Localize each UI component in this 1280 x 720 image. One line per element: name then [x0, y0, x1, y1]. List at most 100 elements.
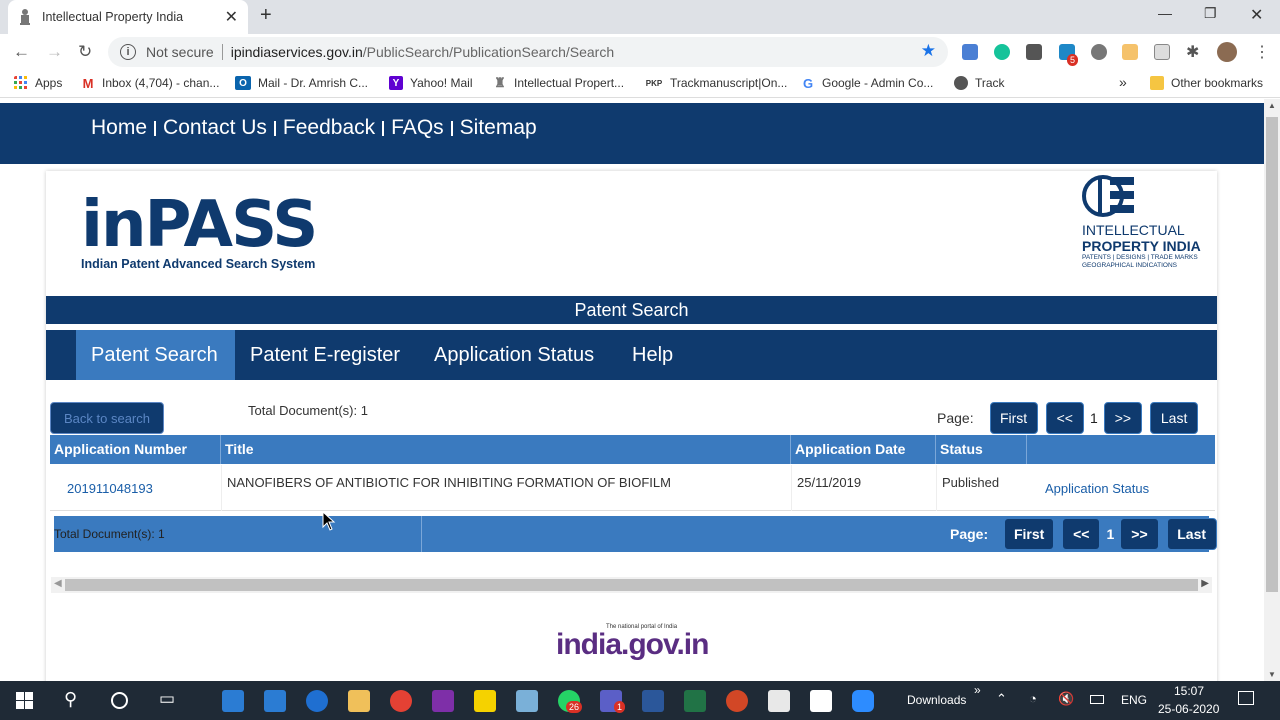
- pager-prev-button[interactable]: <<: [1062, 518, 1101, 550]
- pager-first-button[interactable]: First: [989, 402, 1038, 434]
- reload-icon[interactable]: ↻: [78, 42, 92, 62]
- tab-patent-search[interactable]: Patent Search: [76, 330, 235, 380]
- notifications-icon[interactable]: [1238, 691, 1254, 705]
- toolbar-chevron[interactable]: »: [974, 683, 981, 697]
- chrome-icon[interactable]: [390, 690, 412, 712]
- pager-label: Page:: [950, 526, 989, 542]
- scroll-up-icon[interactable]: ▲: [1268, 101, 1276, 110]
- scroll-right-icon[interactable]: ▶: [1201, 578, 1209, 589]
- zoom-icon[interactable]: [852, 690, 874, 712]
- bookmark-track[interactable]: Track: [954, 76, 1005, 90]
- extension-circle-icon[interactable]: [1091, 44, 1107, 60]
- search-icon[interactable]: ⚲: [64, 689, 77, 710]
- pager-next-button[interactable]: >>: [1120, 518, 1159, 550]
- extension-doc-icon[interactable]: [1154, 44, 1170, 60]
- forward-arrow-icon[interactable]: →: [46, 42, 63, 62]
- vertical-scrollbar[interactable]: ▲ ▼: [1264, 99, 1280, 681]
- bookmark-ipindia[interactable]: ♜ Intellectual Propert...: [493, 75, 624, 90]
- clock-date[interactable]: 25-06-2020: [1158, 702, 1219, 716]
- nav-sitemap-link[interactable]: Sitemap: [460, 116, 537, 140]
- extensions-puzzle-icon[interactable]: ✱: [1186, 42, 1199, 62]
- col-title[interactable]: Title: [221, 435, 791, 464]
- pager-last-button[interactable]: Last: [1150, 402, 1199, 434]
- nav-faqs-link[interactable]: FAQs: [391, 116, 444, 140]
- extension-shield-icon[interactable]: [1026, 44, 1042, 60]
- application-number-link[interactable]: 201911048193: [62, 465, 221, 511]
- bookmark-apps[interactable]: Apps: [14, 76, 62, 90]
- language-indicator[interactable]: ENG: [1121, 693, 1147, 707]
- clock-time[interactable]: 15:07: [1174, 684, 1204, 698]
- nav-separator: [154, 120, 157, 136]
- pager-next-button[interactable]: >>: [1103, 402, 1143, 434]
- info-icon[interactable]: i: [120, 44, 136, 60]
- application-status-link[interactable]: Application Status: [1040, 465, 1210, 511]
- tab-help[interactable]: Help: [617, 330, 688, 380]
- bookmark-star-icon[interactable]: ★: [921, 41, 936, 61]
- address-bar[interactable]: i Not secure ipindiaservices.gov.in/Publ…: [108, 37, 948, 67]
- horizontal-scroll-thumb[interactable]: [65, 579, 1198, 591]
- col-application-number[interactable]: Application Number: [50, 435, 221, 464]
- onenote-icon[interactable]: [432, 690, 454, 712]
- pager-current: 1: [1106, 526, 1115, 542]
- extension-folder-icon[interactable]: [1122, 44, 1138, 60]
- windows-start-icon[interactable]: [16, 692, 33, 709]
- close-tab-icon[interactable]: ✕: [225, 7, 238, 27]
- grammarly-icon[interactable]: [994, 44, 1010, 60]
- scroll-down-icon[interactable]: ▼: [1268, 670, 1276, 679]
- wifi-icon[interactable]: ◔: [1029, 691, 1037, 706]
- bookmark-gmail[interactable]: M Inbox (4,704) - chan...: [81, 76, 220, 91]
- ipindia-emblem-icon: [1082, 175, 1134, 217]
- india-gov-logo[interactable]: The national portal of India india.gov.i…: [556, 624, 709, 662]
- pager-first-button[interactable]: First: [1004, 518, 1055, 550]
- file-explorer-icon[interactable]: [348, 690, 370, 712]
- sticky-notes-icon[interactable]: [474, 690, 496, 712]
- col-application-date[interactable]: Application Date: [791, 435, 936, 464]
- bookmark-yahoo[interactable]: Y Yahoo! Mail: [389, 76, 472, 90]
- nav-feedback-link[interactable]: Feedback: [283, 116, 375, 140]
- task-view-icon[interactable]: ▭: [159, 689, 175, 709]
- new-tab-button[interactable]: +: [260, 4, 272, 27]
- volume-muted-icon[interactable]: 🔇: [1058, 691, 1074, 707]
- tab-title: Intellectual Property India: [42, 10, 184, 24]
- pager-last-button[interactable]: Last: [1166, 518, 1217, 550]
- horizontal-scrollbar[interactable]: ◀ ▶: [51, 577, 1212, 593]
- mail-app-icon[interactable]: [222, 690, 244, 712]
- tray-up-icon[interactable]: ⌃: [996, 691, 1007, 707]
- downloads-toolbar[interactable]: Downloads: [907, 693, 966, 707]
- extension-calendar-icon[interactable]: [962, 44, 978, 60]
- main-nav: Patent Search Patent E-register Applicat…: [46, 330, 1217, 380]
- nav-home-link[interactable]: Home: [91, 116, 147, 140]
- powerpoint-icon[interactable]: [726, 690, 748, 712]
- bookmark-outlook[interactable]: O Mail - Dr. Amrish C...: [235, 76, 368, 90]
- scroll-left-icon[interactable]: ◀: [54, 578, 62, 589]
- pdf-reader-icon[interactable]: [768, 690, 790, 712]
- calendar-app-icon[interactable]: [264, 690, 286, 712]
- india-gov-tagline: The national portal of India: [606, 624, 678, 630]
- nav-contact-link[interactable]: Contact Us: [163, 116, 267, 140]
- pen-app-icon[interactable]: [516, 690, 538, 712]
- minimize-icon[interactable]: —: [1158, 5, 1172, 21]
- menu-kebab-icon[interactable]: ⋮: [1254, 42, 1270, 62]
- other-bookmarks[interactable]: Other bookmarks: [1150, 76, 1263, 90]
- back-to-search-button[interactable]: Back to search: [50, 402, 164, 434]
- bookmark-google-admin[interactable]: G Google - Admin Co...: [801, 76, 933, 91]
- excel-icon[interactable]: [684, 690, 706, 712]
- cortana-icon[interactable]: [111, 692, 128, 709]
- todo-app-icon[interactable]: [306, 690, 328, 712]
- battery-icon[interactable]: [1090, 695, 1104, 704]
- tab-application-status[interactable]: Application Status: [419, 330, 609, 380]
- tab-patent-e-register[interactable]: Patent E-register: [235, 330, 415, 380]
- col-status[interactable]: Status: [936, 435, 1027, 464]
- more-bookmarks-chevron[interactable]: »: [1119, 74, 1127, 90]
- yahoo-icon: Y: [389, 76, 403, 90]
- browser-tab[interactable]: Intellectual Property India ✕: [8, 0, 248, 34]
- vertical-scroll-thumb[interactable]: [1266, 117, 1278, 592]
- back-arrow-icon[interactable]: ←: [13, 42, 30, 62]
- word-icon[interactable]: [642, 690, 664, 712]
- pager-prev-button[interactable]: <<: [1045, 402, 1084, 434]
- restore-icon[interactable]: ❐: [1204, 5, 1217, 22]
- profile-avatar[interactable]: [1217, 42, 1237, 62]
- bookmark-trackmanuscript[interactable]: PKP Trackmanuscript|On...: [645, 76, 788, 90]
- en-app-icon[interactable]: [810, 690, 832, 712]
- close-window-icon[interactable]: ✕: [1250, 5, 1263, 25]
